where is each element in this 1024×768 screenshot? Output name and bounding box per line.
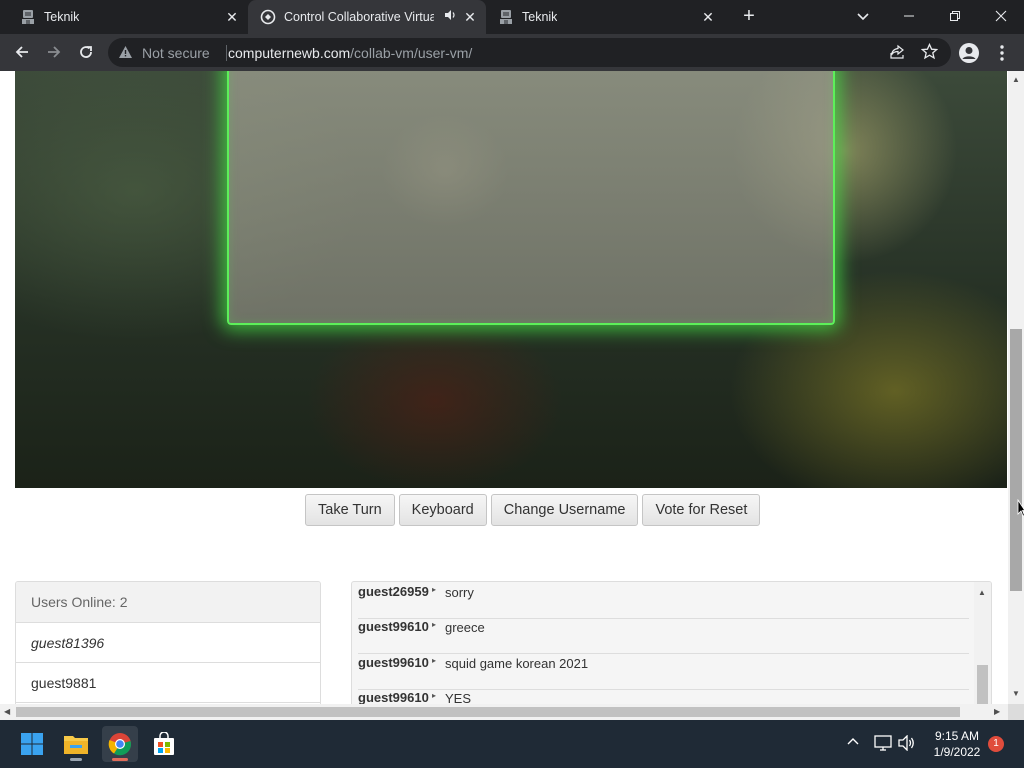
- scroll-up-icon[interactable]: ▲: [1012, 75, 1020, 84]
- running-indicator: [112, 758, 128, 761]
- notification-badge[interactable]: 1: [988, 736, 1004, 752]
- minimize-icon[interactable]: [886, 0, 932, 32]
- close-icon[interactable]: ✕: [462, 9, 478, 25]
- speaker-icon[interactable]: [444, 9, 456, 24]
- users-online-panel: Users Online: 2 guest81396 guest9881: [15, 581, 321, 704]
- chat-username: guest99610: [358, 619, 429, 634]
- page-viewport: Take Turn Keyboard Change Username Vote …: [0, 71, 1008, 704]
- url-text[interactable]: computernewb.com/collab-vm/user-vm/: [228, 45, 472, 61]
- mouse-cursor-icon: [1017, 499, 1024, 517]
- tab-collabvm[interactable]: Control Collaborative Virtual ✕: [248, 0, 486, 34]
- close-icon[interactable]: ✕: [224, 9, 240, 25]
- running-indicator: [70, 758, 82, 761]
- page-horizontal-scrollbar[interactable]: ◀ ▶: [0, 704, 1008, 720]
- vm-screen[interactable]: [15, 71, 1007, 488]
- chat-text: YES: [445, 691, 472, 704]
- tab-teknik-1[interactable]: Teknik ✕: [0, 0, 248, 34]
- url-host: computernewb.com: [228, 45, 351, 61]
- vm-desktop-window: [227, 71, 835, 325]
- warning-icon[interactable]: [118, 45, 133, 64]
- close-icon[interactable]: ✕: [700, 9, 716, 25]
- arrow-right-icon: ▸: [432, 620, 437, 629]
- chat-username: guest26959: [358, 584, 429, 599]
- url-path: /collab-vm/user-vm/: [350, 45, 473, 61]
- profile-icon[interactable]: [958, 42, 980, 64]
- collabvm-favicon: [260, 9, 276, 25]
- scroll-up-icon[interactable]: ▲: [978, 588, 986, 597]
- chat-message: guest99610 ▸ greece: [358, 619, 969, 654]
- change-username-button[interactable]: Change Username: [490, 494, 639, 526]
- close-window-icon[interactable]: [978, 0, 1024, 32]
- tab-teknik-2[interactable]: Teknik ✕: [486, 0, 724, 34]
- restore-icon[interactable]: [932, 0, 978, 32]
- tab-search-icon[interactable]: [853, 6, 873, 26]
- scroll-down-icon[interactable]: ▼: [1012, 689, 1020, 698]
- network-icon[interactable]: [874, 735, 892, 754]
- taskbar: 9:15 AM 1/9/2022: [0, 720, 1024, 768]
- browser-toolbar: Not secure computernewb.com/collab-vm/us…: [0, 34, 1024, 71]
- forward-icon[interactable]: [42, 40, 66, 64]
- back-icon[interactable]: [10, 40, 34, 64]
- store-icon[interactable]: [146, 726, 182, 762]
- chat-panel[interactable]: guest26959 ▸ sorry guest99610 ▸ greece g…: [351, 581, 992, 704]
- file-explorer-icon[interactable]: [58, 726, 94, 762]
- page-vertical-scrollbar[interactable]: ▲ ▼: [1008, 71, 1024, 704]
- omnibox-divider: [226, 45, 227, 61]
- reload-icon[interactable]: [74, 40, 98, 64]
- clock-date: 1/9/2022: [933, 745, 981, 759]
- scroll-right-icon[interactable]: ▶: [994, 707, 1000, 716]
- teknik-favicon: [20, 9, 36, 25]
- take-turn-button[interactable]: Take Turn: [305, 494, 395, 526]
- tab-title: Teknik: [44, 10, 80, 24]
- chat-text: squid game korean 2021: [445, 656, 589, 671]
- chat-message: guest99610 ▸ YES: [358, 690, 969, 704]
- chat-username: guest99610: [358, 690, 429, 704]
- share-icon[interactable]: [889, 44, 905, 65]
- user-list-item[interactable]: guest81396: [16, 623, 320, 663]
- arrow-right-icon: ▸: [432, 656, 437, 665]
- tab-title: Teknik: [522, 10, 558, 24]
- chat-message: guest26959 ▸ sorry: [358, 584, 969, 619]
- security-label[interactable]: Not secure: [142, 45, 210, 61]
- chevron-up-icon[interactable]: [846, 734, 860, 751]
- taskbar-clock[interactable]: 9:15 AM 1/9/2022: [926, 728, 988, 760]
- keyboard-button[interactable]: Keyboard: [398, 494, 487, 526]
- vote-reset-button[interactable]: Vote for Reset: [642, 494, 761, 526]
- chat-text: sorry: [445, 585, 474, 600]
- address-bar[interactable]: Not secure computernewb.com/collab-vm/us…: [108, 38, 951, 67]
- users-online-header: Users Online: 2: [16, 582, 320, 623]
- scrollbar-corner: [1008, 704, 1024, 720]
- arrow-right-icon: ▸: [432, 691, 437, 700]
- chat-scrollbar[interactable]: ▲: [974, 582, 991, 704]
- arrow-right-icon: ▸: [432, 585, 437, 594]
- scroll-left-icon[interactable]: ◀: [4, 707, 10, 716]
- chat-scroll-thumb[interactable]: [977, 665, 988, 704]
- page-hscroll-thumb[interactable]: [16, 707, 960, 717]
- star-icon[interactable]: [920, 42, 939, 65]
- menu-icon[interactable]: [994, 43, 1010, 63]
- clock-time: 9:15 AM: [934, 729, 980, 743]
- windows-start-icon[interactable]: [14, 726, 50, 762]
- new-tab-icon[interactable]: +: [738, 5, 760, 27]
- teknik-favicon: [498, 9, 514, 25]
- vm-control-bar: Take Turn Keyboard Change Username Vote …: [305, 494, 761, 526]
- tab-title: Control Collaborative Virtual: [284, 10, 434, 24]
- chrome-icon[interactable]: [102, 726, 138, 762]
- user-list-item[interactable]: guest9881: [16, 663, 320, 703]
- chat-message: guest99610 ▸ squid game korean 2021: [358, 655, 969, 690]
- tab-strip: Teknik ✕ Control Collaborative Virtual ✕…: [0, 0, 1024, 34]
- volume-icon[interactable]: [898, 734, 916, 754]
- chat-username: guest99610: [358, 655, 429, 670]
- page-scroll-thumb[interactable]: [1010, 329, 1022, 591]
- chat-text: greece: [445, 620, 485, 635]
